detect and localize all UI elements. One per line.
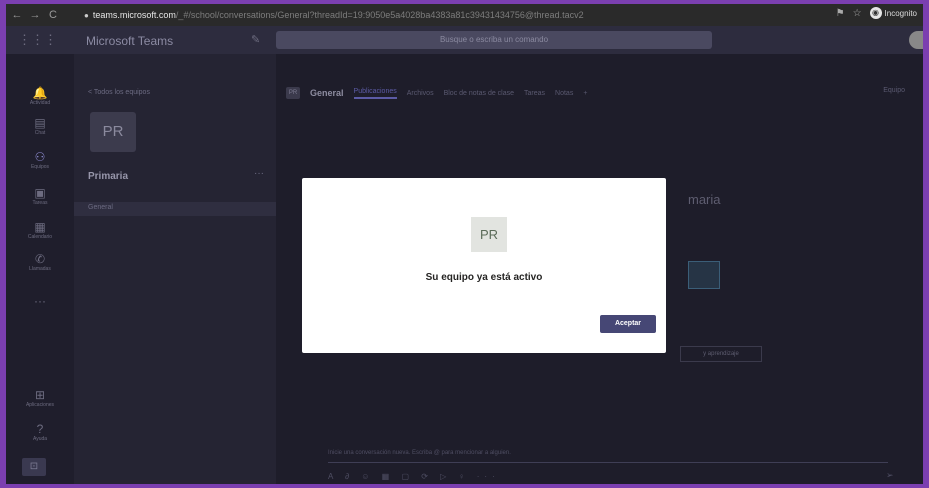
rail-label: Actividad xyxy=(29,100,51,106)
search-input[interactable]: Busque o escriba un comando xyxy=(276,31,712,49)
welcome-title: maria xyxy=(688,192,721,207)
browser-actions: ⚑ ☆ ◉ Incognito xyxy=(836,7,917,19)
user-avatar[interactable] xyxy=(909,31,923,49)
incognito-label: Incognito xyxy=(884,8,917,18)
channel-label: General xyxy=(88,204,113,211)
tab-grades[interactable]: Notas xyxy=(555,90,573,97)
rail-item-assignments[interactable]: ▣ Tareas xyxy=(6,186,74,206)
apps-icon: ⊞ xyxy=(34,388,46,402)
team-active-dialog: PR Su equipo ya está activo Aceptar xyxy=(302,178,666,353)
tab-posts[interactable]: Publicaciones xyxy=(353,88,397,99)
rail-item-apps[interactable]: ⊞ Aplicaciones xyxy=(6,388,74,408)
more-icon: ··· xyxy=(34,294,46,308)
screen-frame: ← → C ● teams.microsoft.com /_#/school/c… xyxy=(6,4,923,484)
assignments-icon: ▣ xyxy=(34,186,46,200)
tab-files[interactable]: Archivos xyxy=(407,90,434,97)
teams-header: ⋮⋮⋮ Microsoft Teams ✎ Busque o escriba u… xyxy=(6,26,923,54)
app-launcher-icon[interactable]: ⋮⋮⋮ xyxy=(18,32,57,48)
rail-label: Chat xyxy=(34,130,46,136)
rail-item-activity[interactable]: 🔔 Actividad xyxy=(6,86,74,106)
team-avatar: PR xyxy=(90,112,136,152)
phone-icon: ✆ xyxy=(34,252,46,266)
tab-class-notebook[interactable]: Bloc de notas de clase xyxy=(444,90,514,97)
channel-tabs: PR General Publicaciones Archivos Bloc d… xyxy=(286,87,587,99)
rail-item-chat[interactable]: ▤ Chat xyxy=(6,116,74,136)
url-host: teams.microsoft.com xyxy=(92,10,176,20)
reload-icon[interactable]: C xyxy=(46,9,60,21)
rail-label: Equipos xyxy=(30,164,50,170)
teams-icon: ⚇ xyxy=(34,150,46,164)
compose-toolbar[interactable]: A ∂ ☺ ▦ ▢ ⟳ ▷ ♀ ··· xyxy=(328,472,500,481)
chat-icon: ▤ xyxy=(34,116,46,130)
tab-assignments[interactable]: Tareas xyxy=(524,90,545,97)
bookmark-star-icon[interactable]: ☆ xyxy=(853,8,862,19)
rail-label: Aplicaciones xyxy=(25,402,55,408)
dialog-message: Su equipo ya está activo xyxy=(425,272,543,283)
channel-item-general[interactable]: General xyxy=(74,202,276,216)
incognito-badge[interactable]: ◉ Incognito xyxy=(869,7,917,19)
team-name: Primaria xyxy=(88,171,129,182)
add-tab-button[interactable]: + xyxy=(583,90,587,97)
team-more-options-icon[interactable]: ··· xyxy=(254,168,264,179)
rail-label: Calendario xyxy=(27,234,53,240)
rail-item-calls[interactable]: ✆ Llamadas xyxy=(6,252,74,272)
channel-title: General xyxy=(310,88,344,98)
rail-item-more[interactable]: ··· xyxy=(6,294,74,308)
bell-icon: 🔔 xyxy=(32,86,48,100)
rail-label: Tareas xyxy=(32,200,48,206)
rail-item-help[interactable]: ? Ayuda xyxy=(6,422,74,442)
team-button[interactable]: Equipo xyxy=(883,87,905,94)
help-icon: ? xyxy=(36,422,44,436)
address-bar[interactable]: ● teams.microsoft.com /_#/school/convers… xyxy=(84,7,584,23)
rail-label: Ayuda xyxy=(32,436,48,442)
url-path: /_#/school/conversations/General?threadI… xyxy=(175,10,584,20)
new-chat-icon[interactable]: ✎ xyxy=(251,33,260,46)
dialog-team-avatar: PR xyxy=(471,217,507,252)
app-rail: 🔔 Actividad ▤ Chat ⚇ Equipos ▣ Tareas ▦ … xyxy=(6,54,74,484)
send-icon[interactable]: ➢ xyxy=(886,470,894,481)
calendar-icon: ▦ xyxy=(34,220,46,234)
incognito-icon: ◉ xyxy=(869,7,882,19)
all-teams-link[interactable]: < Todos los equipos xyxy=(88,89,150,96)
rail-item-teams[interactable]: ⚇ Equipos xyxy=(6,150,74,170)
extension-icon[interactable]: ⚑ xyxy=(836,8,845,19)
team-panel: < Todos los equipos PR Primaria ··· Gene… xyxy=(74,54,276,484)
download-app-icon[interactable]: ⊡ xyxy=(22,458,46,476)
rail-item-calendar[interactable]: ▦ Calendario xyxy=(6,220,74,240)
channel-badge: PR xyxy=(286,87,300,99)
back-arrow-icon[interactable]: ← xyxy=(10,9,24,21)
rail-label: Llamadas xyxy=(29,266,51,272)
browser-toolbar: ← → C ● teams.microsoft.com /_#/school/c… xyxy=(6,4,923,26)
compose-input[interactable]: Inicie una conversación nueva. Escriba @… xyxy=(328,450,888,463)
accept-button[interactable]: Aceptar xyxy=(600,315,656,333)
forward-arrow-icon[interactable]: → xyxy=(28,9,42,21)
learning-button[interactable]: y aprendizaje xyxy=(680,346,762,362)
lock-icon: ● xyxy=(84,10,89,20)
welcome-illustration xyxy=(688,261,720,289)
app-title: Microsoft Teams xyxy=(86,34,174,48)
